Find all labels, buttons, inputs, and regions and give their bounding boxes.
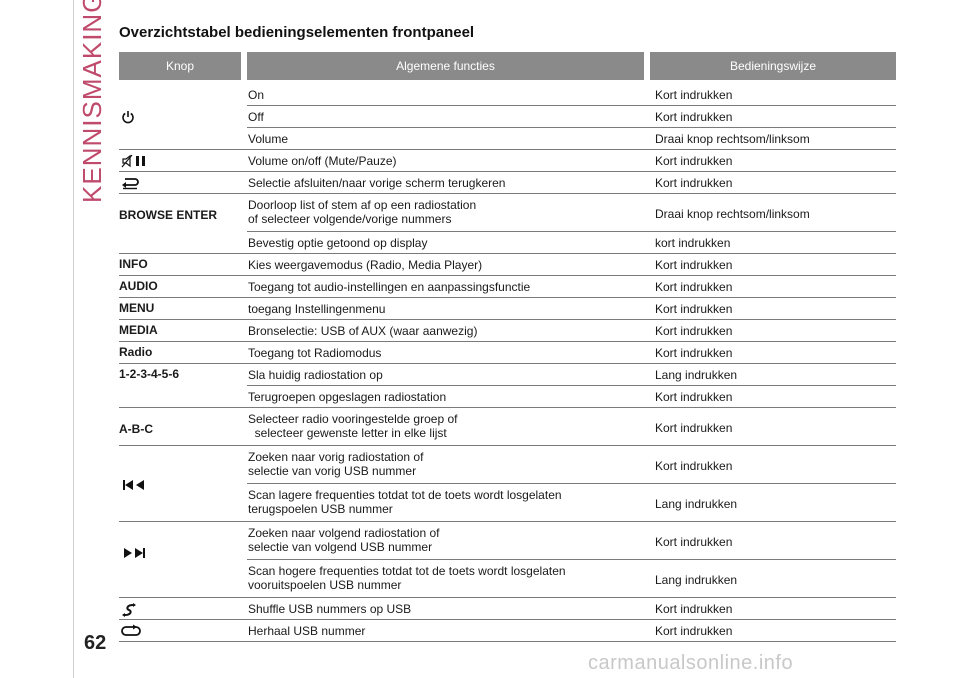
row-function: Selecteer radio vooringestelde groep of …	[248, 412, 458, 440]
row-function: Volume on/off (Mute/Pauze)	[248, 154, 397, 168]
row-knop: BROWSE ENTER	[119, 208, 218, 222]
page-number: 62	[84, 632, 107, 654]
row-operation: Kort indrukken	[655, 88, 733, 102]
row-function: Sla huidig radiostation op	[248, 368, 383, 382]
row-operation: Lang indrukken	[655, 573, 738, 587]
table-row: BROWSE ENTER Doorloop list of stem af op …	[119, 194, 896, 232]
table-row: Zoeken naar vorig radiostation of select…	[119, 446, 896, 484]
row-operation: Kort indrukken	[655, 346, 733, 360]
row-function: Selectie afsluiten/naar vorige scherm te…	[248, 176, 506, 190]
row-operation: Lang indrukken	[655, 368, 738, 382]
row-operation: Kort indrukken	[655, 176, 733, 190]
table-row: Zoeken naar volgend radiostation of sele…	[119, 522, 896, 560]
shuffle-icon	[121, 602, 151, 617]
row-function: Toegang tot audio-instellingen en aanpas…	[248, 280, 531, 294]
table-row: A-B-C Selecteer radio vooringestelde groe…	[119, 408, 896, 446]
row-operation: Lang indrukken	[655, 497, 738, 511]
chapter-title: KENNISMAKING MET DE AUTO	[77, 0, 107, 203]
row-operation: Kort indrukken	[655, 459, 733, 473]
table-row: Volume Draai knop rechtsom/linksom	[119, 128, 896, 150]
row-operation: Draai knop rechtsom/linksom	[655, 132, 810, 146]
page-title: Overzichtstabel bedieningselementen fron…	[119, 24, 475, 41]
table-row: Shuffle USB nummers op USB Kort indrukken	[119, 598, 896, 620]
row-knop: Radio	[119, 345, 153, 359]
row-function: Shuffle USB nummers op USB	[248, 602, 412, 616]
row-function: Bronselectie: USB of AUX (waar aanwezig)	[248, 324, 478, 338]
row-operation: Kort indrukken	[655, 258, 733, 272]
row-function: Toegang tot Radiomodus	[248, 346, 382, 360]
back-icon	[121, 176, 151, 190]
table-row: Herhaal USB nummer Kort indrukken	[119, 620, 896, 642]
row-operation: Kort indrukken	[655, 390, 733, 404]
row-operation: Kort indrukken	[655, 624, 733, 638]
row-operation: Kort indrukken	[655, 602, 733, 616]
row-function: Bevestig optie getoond op display	[248, 236, 428, 250]
row-knop: 1-2-3-4-5-6	[119, 367, 180, 381]
row-function: Volume	[248, 132, 289, 146]
row-function: Zoeken naar volgend radiostation of sele…	[248, 526, 440, 554]
next-icon	[121, 546, 151, 560]
table-row: Off Kort indrukken	[119, 106, 896, 128]
watermark: carmanualsonline.info	[588, 652, 794, 674]
table-row: Bevestig optie getoond op display kort in…	[119, 232, 896, 254]
table-row: Selectie afsluiten/naar vorige scherm te…	[119, 172, 896, 194]
row-knop: MENU	[119, 301, 155, 315]
row-knop: INFO	[119, 257, 148, 271]
table-row: Terugroepen opgeslagen radiostation Kort …	[119, 386, 896, 408]
row-function: Scan lagere frequenties totdat tot de to…	[248, 488, 562, 516]
row-operation: Kort indrukken	[655, 302, 733, 316]
row-operation: Kort indrukken	[655, 154, 733, 168]
row-function: Zoeken naar vorig radiostation of select…	[248, 450, 424, 478]
repeat-icon	[121, 624, 151, 638]
row-function: toegang Instellingenmenu	[248, 302, 386, 316]
table-row: MEDIA Bronselectie: USB of AUX (waar aanw…	[119, 320, 896, 342]
table-row: INFO Kies weergavemodus (Radio, Media Pla…	[119, 254, 896, 276]
header-bedieningswijze: Bedieningswijze	[650, 52, 896, 80]
table-row: 1-2-3-4-5-6 Sla huidig radiostation op Lan…	[119, 364, 896, 386]
row-divider	[119, 641, 896, 642]
row-operation: Kort indrukken	[655, 421, 733, 435]
header-functies: Algemene functies	[247, 52, 644, 80]
table-row: AUDIO Toegang tot audio-instellingen en a…	[119, 276, 896, 298]
table-row: Radio Toegang tot Radiomodus Kort indrukke…	[119, 342, 896, 364]
table-row: MENU toegang Instellingenmenu Kort indrukk…	[119, 298, 896, 320]
table-row: Volume on/off (Mute/Pauze) Kort indrukken	[119, 150, 896, 172]
row-function: Terugroepen opgeslagen radiostation	[248, 390, 447, 404]
row-operation: Kort indrukken	[655, 535, 733, 549]
row-operation: Kort indrukken	[655, 324, 733, 338]
row-function: On	[248, 88, 265, 102]
row-operation: Draai knop rechtsom/linksom	[655, 207, 810, 221]
row-function: Scan hogere frequenties totdat tot de to…	[248, 564, 566, 592]
row-operation: Kort indrukken	[655, 110, 733, 124]
table-row: Scan hogere frequenties totdat tot de to…	[119, 560, 896, 598]
power-icon	[121, 110, 151, 124]
row-knop: MEDIA	[119, 323, 158, 337]
mute-pause-icon	[121, 154, 151, 168]
side-divider	[73, 0, 74, 678]
table-row: Scan lagere frequenties totdat tot de to…	[119, 484, 896, 522]
row-knop: A-B-C	[119, 422, 153, 436]
previous-icon	[121, 478, 151, 492]
header-knop: Knop	[119, 52, 241, 80]
row-function: Doorloop list of stem af op een radiosta…	[248, 198, 477, 226]
row-function: Kies weergavemodus (Radio, Media Player)	[248, 258, 483, 272]
row-operation: kort indrukken	[655, 236, 731, 250]
row-function: Off	[248, 110, 264, 124]
table-row: On Kort indrukken	[119, 84, 896, 106]
row-operation: Kort indrukken	[655, 280, 733, 294]
row-knop: AUDIO	[119, 279, 158, 293]
row-function: Herhaal USB nummer	[248, 624, 366, 638]
